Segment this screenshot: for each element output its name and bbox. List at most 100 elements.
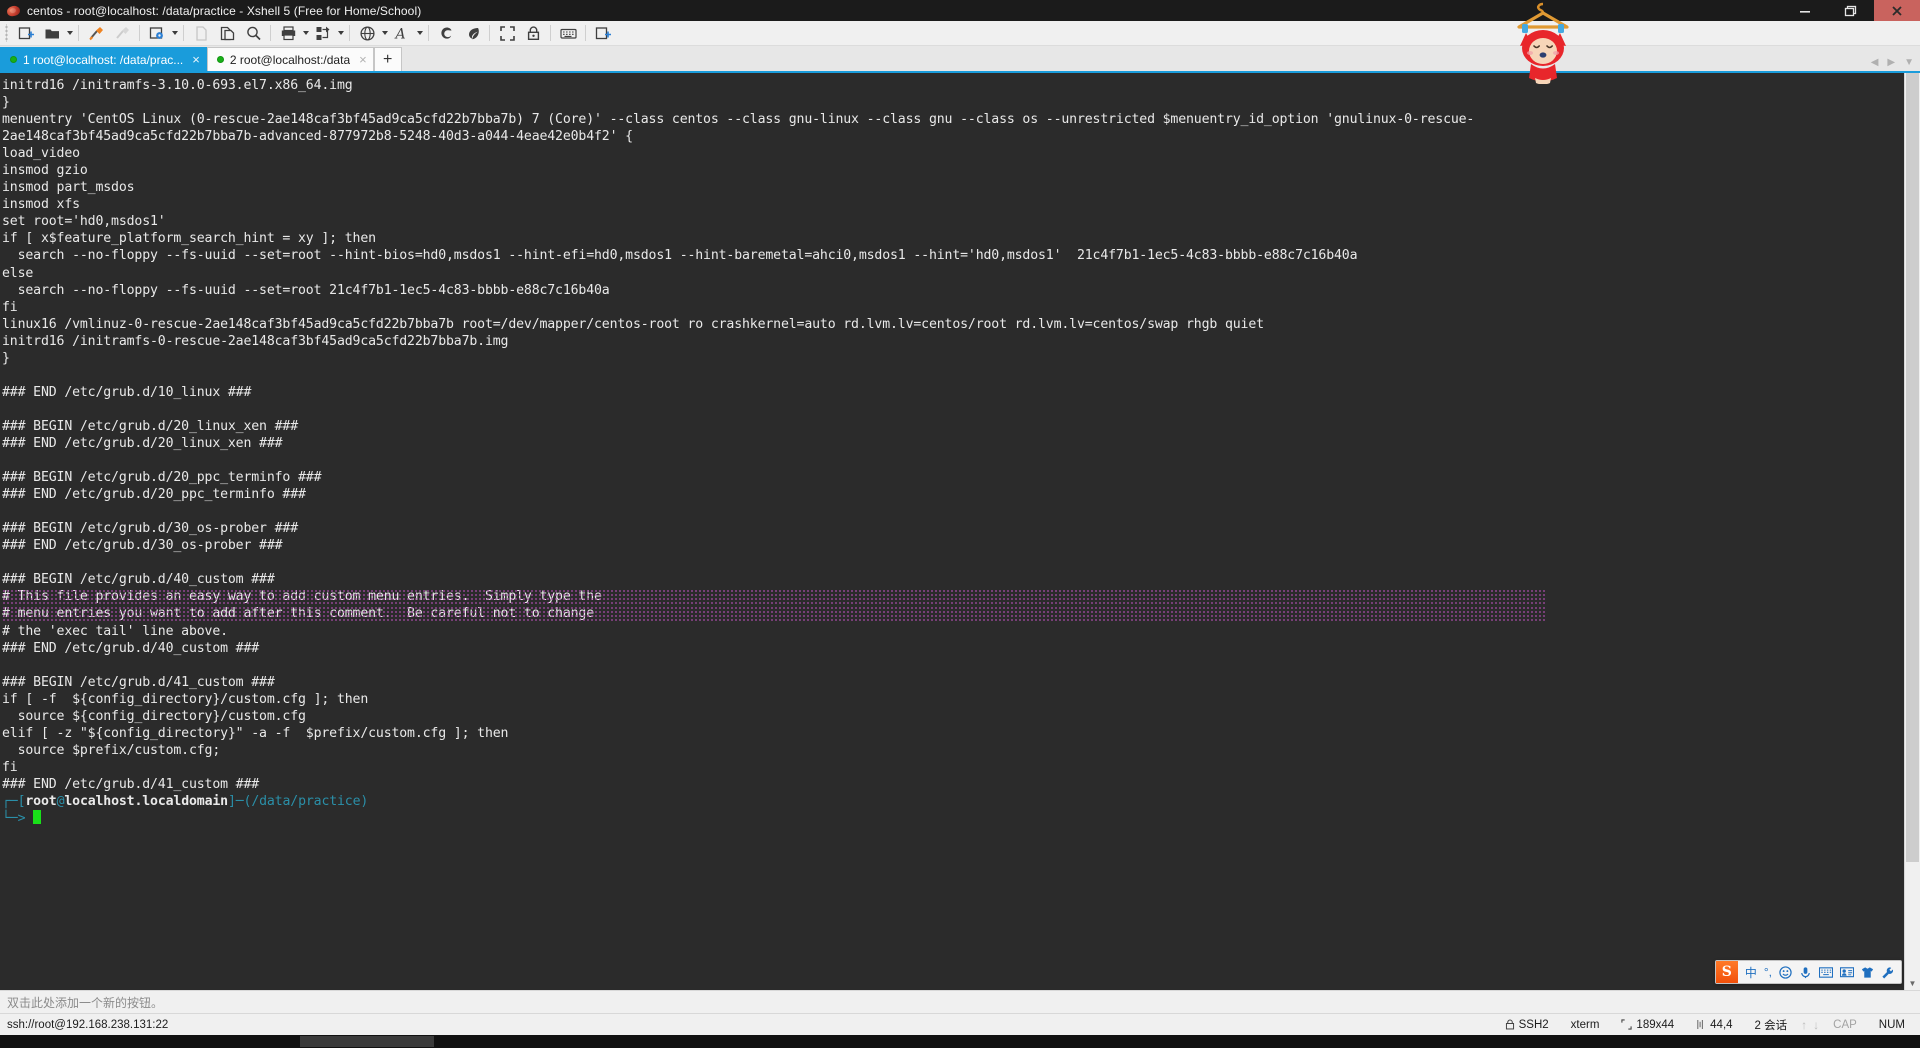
terminal-line: } [2, 95, 10, 111]
skin-icon[interactable] [1861, 966, 1874, 979]
upload-arrow-icon: ↑ [1801, 1017, 1808, 1032]
sogou-logo-icon[interactable]: S [1715, 961, 1738, 983]
copy-icon [188, 22, 214, 44]
tab-prev-icon[interactable]: ◀ [1871, 57, 1879, 68]
scroll-down-icon[interactable]: ▼ [1905, 976, 1920, 990]
user-card-icon[interactable] [1840, 966, 1854, 978]
terminal-line: ### END /etc/grub.d/20_ppc_terminfo ### [2, 487, 306, 503]
lock-icon [1505, 1019, 1514, 1030]
window-horizontal-scrollbar[interactable] [0, 1035, 1920, 1048]
session-properties-icon[interactable] [144, 22, 170, 44]
status-cursor-label: 44,4 [1710, 1018, 1733, 1031]
terminal-line: # menu entries you want to add after thi… [2, 605, 1904, 622]
close-button[interactable] [1874, 0, 1920, 21]
punctuation-icon[interactable]: °, [1764, 965, 1772, 979]
soft-keyboard-icon[interactable] [1819, 966, 1833, 978]
tab-close-icon[interactable]: × [192, 53, 200, 66]
terminal-line: ### END /etc/grub.d/10_linux ### [2, 384, 252, 400]
terminal-line: ### BEGIN /etc/grub.d/41_custom ### [2, 674, 275, 690]
minimize-button[interactable] [1782, 0, 1828, 21]
button-bar-hint: 双击此处添加一个新的按钮。 [7, 995, 164, 1010]
globe-icon[interactable] [354, 22, 380, 44]
resize-icon [1621, 1019, 1633, 1030]
status-size-label: 189x44 [1636, 1018, 1675, 1031]
tab-status-dot-icon [10, 56, 17, 63]
prompt-line-top: ┌─[root@localhost.localdomain]─(/data/pr… [2, 793, 1904, 810]
ime-toolbar[interactable]: S 中 °, [1714, 960, 1902, 984]
download-arrow-icon: ↓ [1813, 1017, 1820, 1032]
toolbar-separator [428, 25, 429, 41]
window-title: centos - root@localhost: /data/practice … [27, 3, 422, 18]
button-bar[interactable]: 双击此处添加一个新的按钮。 [0, 990, 1920, 1013]
tab-next-icon[interactable]: ▶ [1887, 57, 1895, 68]
terminal-line: if [ -f ${config_directory}/custom.cfg ]… [2, 691, 369, 707]
open-session-icon[interactable] [39, 22, 65, 44]
terminal-line: ### BEGIN /etc/grub.d/20_ppc_terminfo ##… [2, 470, 322, 486]
terminal-line: ### BEGIN /etc/grub.d/30_os-prober ### [2, 521, 299, 537]
toolbar-separator [349, 25, 350, 41]
font-icon[interactable]: A [389, 22, 415, 44]
file-transfer-icon[interactable] [310, 22, 336, 44]
scrollbar-thumb[interactable] [1906, 73, 1919, 862]
globe-caret-icon[interactable] [380, 22, 389, 44]
toolbar-grip[interactable] [3, 24, 11, 42]
svg-text:A: A [394, 26, 406, 42]
emoji-icon[interactable] [1779, 965, 1792, 979]
print-icon[interactable] [275, 22, 301, 44]
status-connection: ssh://root@192.168.238.131:22 [7, 1018, 169, 1031]
prompt-line-input[interactable]: └─> [2, 810, 1904, 827]
session-properties-caret-icon[interactable] [170, 22, 179, 44]
font-caret-icon[interactable] [415, 22, 424, 44]
fullscreen-icon[interactable] [494, 22, 520, 44]
lock-icon[interactable] [520, 22, 546, 44]
tab-menu-icon[interactable]: ▼ [1904, 57, 1914, 68]
terminal-line: menuentry 'CentOS Linux (0-rescue-2ae148… [2, 112, 1475, 128]
xshell-icon[interactable] [433, 22, 459, 44]
terminal-line: } [2, 350, 10, 366]
connect-icon[interactable] [83, 22, 109, 44]
status-protocol-label: SSH2 [1518, 1018, 1549, 1031]
terminal-vertical-scrollbar[interactable]: ▲ ▼ [1904, 73, 1920, 990]
terminal-line: elif [ -z "${config_directory}" -a -f $p… [2, 725, 509, 741]
terminal-line: initrd16 /initramfs-0-rescue-2ae148caf3b… [2, 333, 509, 349]
terminal-line: fi [2, 299, 18, 315]
terminal-cursor [33, 810, 42, 825]
toolbar-separator [270, 25, 271, 41]
toolbar: A [0, 21, 1920, 46]
status-cursor-position: 44,4 [1685, 1019, 1743, 1031]
tab-session-1[interactable]: 1 root@localhost: /data/prac... × [0, 47, 207, 71]
tab-status-dot-icon [216, 56, 224, 63]
maximize-button[interactable] [1828, 0, 1874, 21]
keyboard-icon[interactable] [555, 22, 581, 44]
terminal-line: insmod gzio [2, 163, 88, 179]
xshell-window: centos - root@localhost: /data/practice … [0, 0, 1920, 1048]
open-session-caret-icon[interactable] [65, 22, 74, 44]
title-bar: centos - root@localhost: /data/practice … [0, 0, 1920, 21]
horizontal-scrollbar-thumb[interactable] [300, 1036, 434, 1047]
voice-input-icon[interactable] [1799, 966, 1812, 979]
terminal-line: load_video [2, 146, 80, 162]
status-sessions: 2 会话 [1754, 1019, 1788, 1032]
toolbar-separator [78, 25, 79, 41]
settings-icon[interactable] [1881, 966, 1894, 979]
cursor-pos-icon [1697, 1019, 1704, 1030]
file-transfer-caret-icon[interactable] [336, 22, 345, 44]
print-caret-icon[interactable] [301, 22, 310, 44]
terminal-line: search --no-floppy --fs-uuid --set=root … [2, 248, 1358, 264]
find-icon[interactable] [240, 22, 266, 44]
add-button-icon[interactable] [590, 22, 616, 44]
status-right-group: SSH2 xterm 189x44 44,4 2 会话 ↑ ↓ CAP NUM [1494, 1014, 1916, 1035]
tab-session-2[interactable]: 2 root@localhost:/data × [206, 47, 374, 71]
tab-close-icon[interactable]: × [359, 53, 367, 66]
xftp-icon[interactable] [459, 22, 485, 44]
chinese-mode-icon[interactable]: 中 [1745, 964, 1757, 981]
terminal-line: source ${config_directory}/custom.cfg [2, 708, 306, 724]
terminal-output[interactable]: initrd16 /initramfs-3.10.0-693.el7.x86_6… [0, 73, 1904, 990]
new-session-icon[interactable] [13, 22, 39, 44]
paste-icon[interactable] [214, 22, 240, 44]
new-tab-button[interactable]: + [373, 47, 402, 71]
